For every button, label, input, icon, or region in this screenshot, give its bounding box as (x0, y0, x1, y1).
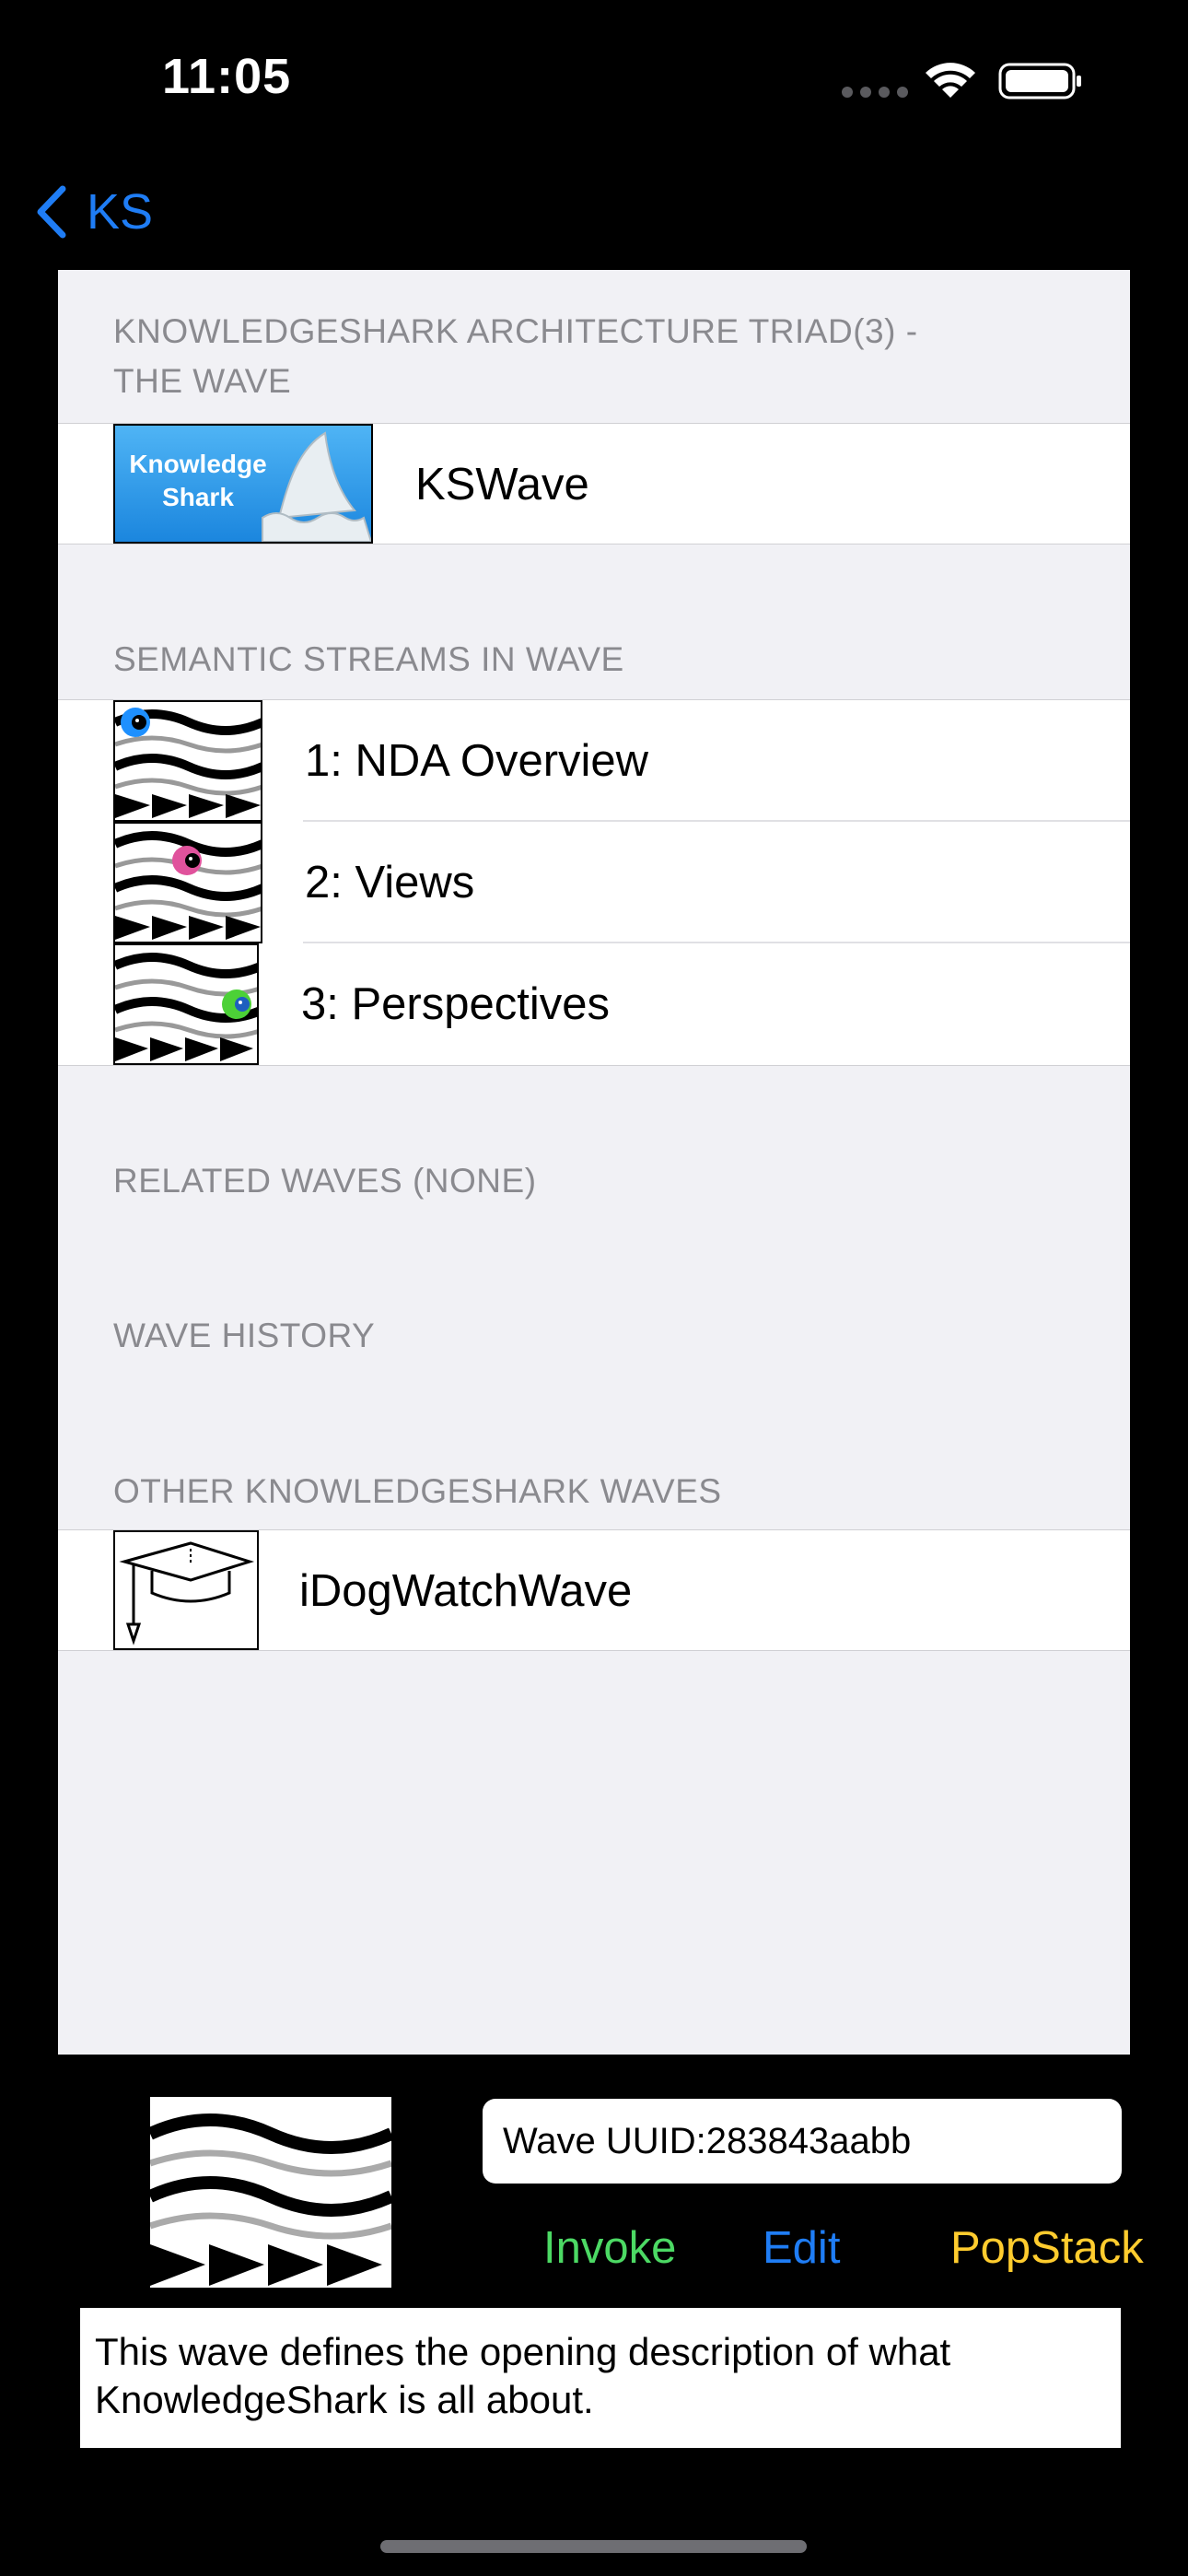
wifi-icon (926, 63, 975, 98)
stream-row-2[interactable]: 2: Views (58, 822, 1130, 943)
stream-3-thumb (113, 943, 259, 1065)
section-header-triad-line2: THE WAVE (113, 362, 292, 400)
section-header-history: WAVE HISTORY (113, 1317, 376, 1354)
cellular-signal-icon (842, 87, 908, 98)
back-button[interactable]: KS (33, 175, 153, 249)
streams-list: 1: NDA Overview 2: Views 3: Perspectives (58, 699, 1130, 1066)
battery-icon (998, 63, 1081, 100)
graduation-cap-icon (113, 1530, 259, 1650)
stream-1-thumb (113, 700, 262, 822)
section-header-triad: KNOWLEDGESHARK ARCHITECTURE TRIAD(3) - T… (113, 307, 918, 406)
stream-row-3[interactable]: 3: Perspectives (58, 943, 1130, 1065)
home-indicator[interactable] (380, 2540, 807, 2553)
back-label: KS (87, 184, 154, 240)
kswave-label: KSWave (415, 460, 589, 509)
popstack-button[interactable]: PopStack (950, 2222, 1144, 2274)
wave-uuid-field[interactable]: Wave UUID:283843aabb (483, 2099, 1122, 2184)
stream-2-label: 2: Views (305, 858, 475, 907)
edit-button[interactable]: Edit (763, 2222, 840, 2274)
section-header-related: RELATED WAVES (NONE) (113, 1162, 537, 1200)
stream-1-label: 1: NDA Overview (305, 736, 649, 786)
wave-thumbnail (150, 2097, 391, 2288)
kswave-row[interactable]: Knowledge Shark KSWave (58, 423, 1130, 544)
chevron-left-icon (37, 185, 66, 239)
stream-3-label: 3: Perspectives (301, 979, 610, 1029)
section-header-streams: SEMANTIC STREAMS IN WAVE (113, 640, 624, 678)
wave-table: KNOWLEDGESHARK ARCHITECTURE TRIAD(3) - T… (58, 270, 1130, 2055)
stream-2-thumb (113, 822, 262, 943)
invoke-button[interactable]: Invoke (543, 2222, 676, 2274)
section-header-other: OTHER KNOWLEDGESHARK WAVES (113, 1472, 722, 1510)
idogwatchwave-label: iDogWatchWave (299, 1566, 633, 1616)
status-time: 11:05 (162, 49, 292, 104)
idogwatchwave-row[interactable]: iDogWatchWave (58, 1529, 1130, 1651)
stream-row-1[interactable]: 1: NDA Overview (58, 700, 1130, 822)
section-header-triad-line1: KNOWLEDGESHARK ARCHITECTURE TRIAD(3) - (113, 312, 918, 350)
status-icons (838, 57, 1087, 105)
logo-text-line1: Knowledge (129, 450, 267, 478)
logo-text-line2: Shark (162, 483, 234, 511)
knowledgeshark-logo: Knowledge Shark (113, 424, 373, 544)
wave-description[interactable]: This wave defines the opening descriptio… (80, 2308, 1121, 2448)
